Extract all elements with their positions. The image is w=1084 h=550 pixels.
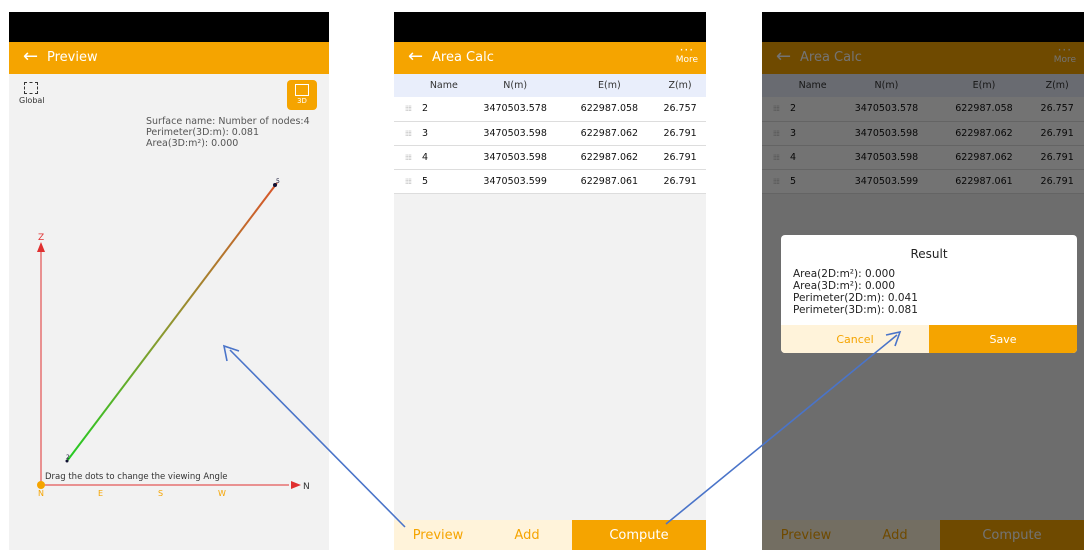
perimeter-3d-text: Perimeter(3D:m): 0.081	[793, 304, 918, 316]
cell-z: 26.757	[654, 97, 706, 122]
cell-name: 3	[422, 121, 466, 146]
page-title: Area Calc	[432, 50, 494, 65]
area-calc-screen: ← Area Calc ··· More Name N(m) E(m) Z(m)…	[394, 12, 706, 550]
cell-n: 3470503.598	[465, 121, 565, 146]
drag-handle-icon[interactable]: ⁞⁞⁞⁞	[394, 97, 422, 122]
compass-e: E	[98, 489, 103, 498]
cell-n: 3470503.598	[465, 145, 565, 170]
z-axis-label: Z	[38, 233, 44, 243]
cell-name: 4	[422, 145, 466, 170]
points-table: Name N(m) E(m) Z(m) ⁞⁞⁞⁞ 2 3470503.578 6…	[394, 74, 706, 194]
node-label-top: 5	[276, 178, 280, 185]
result-dialog: Result Area(2D:m²): 0.000 Area(3D:m²): 0…	[781, 235, 1077, 353]
cell-e: 622987.062	[564, 145, 655, 170]
grip-header	[394, 74, 422, 97]
cell-z: 26.791	[654, 121, 706, 146]
preview-button[interactable]: Preview	[394, 520, 482, 550]
table-row[interactable]: ⁞⁞⁞⁞ 2 3470503.578 622987.058 26.757	[394, 97, 706, 122]
perimeter-2d-text: Perimeter(2D:m): 0.041	[793, 292, 918, 304]
drag-handle-icon[interactable]: ⁞⁞⁞⁞	[394, 121, 422, 146]
bottom-action-bar: Preview Add Compute	[394, 520, 706, 550]
result-screen: ← Area Calc ··· More Name N(m) E(m) Z(m)…	[762, 12, 1084, 550]
n-axis-label: N	[303, 482, 310, 492]
table-row[interactable]: ⁞⁞⁞⁞ 4 3470503.598 622987.062 26.791	[394, 145, 706, 170]
cell-e: 622987.058	[564, 97, 655, 122]
cell-e: 622987.062	[564, 121, 655, 146]
node-label-bottom: 2	[66, 454, 70, 461]
add-button[interactable]: Add	[482, 520, 572, 550]
dialog-title: Result	[910, 247, 948, 261]
col-z: Z(m)	[654, 74, 706, 97]
back-arrow-icon[interactable]: ←	[408, 47, 423, 67]
cell-name: 5	[422, 169, 466, 194]
surface-line	[66, 182, 278, 462]
table-header: Name N(m) E(m) Z(m)	[394, 74, 706, 97]
cell-z: 26.791	[654, 169, 706, 194]
n-axis-arrowhead	[291, 481, 301, 489]
more-button[interactable]: ··· More	[675, 43, 698, 65]
drag-hint: Drag the dots to change the viewing Angl…	[45, 472, 228, 482]
cell-n: 3470503.578	[465, 97, 565, 122]
col-n: N(m)	[465, 74, 565, 97]
more-label: More	[675, 55, 698, 65]
origin-dot[interactable]	[37, 481, 45, 489]
more-dots-icon: ···	[679, 43, 695, 57]
table-row[interactable]: ⁞⁞⁞⁞ 3 3470503.598 622987.062 26.791	[394, 121, 706, 146]
z-axis-arrowhead	[37, 242, 45, 252]
compass-w: W	[218, 489, 226, 498]
compass-n: N	[38, 489, 44, 498]
cancel-button[interactable]: Cancel	[781, 325, 929, 353]
cell-n: 3470503.599	[465, 169, 565, 194]
area-3d-text: Area(3D:m²): 0.000	[793, 280, 896, 292]
cell-e: 622987.061	[564, 169, 655, 194]
col-e: E(m)	[564, 74, 655, 97]
save-button[interactable]: Save	[929, 325, 1077, 353]
drag-handle-icon[interactable]: ⁞⁞⁞⁞	[394, 169, 422, 194]
col-name: Name	[422, 74, 466, 97]
area-2d-text: Area(2D:m²): 0.000	[793, 268, 896, 280]
preview-canvas[interactable]: Z N N E S W 2 5	[9, 12, 329, 550]
cell-name: 2	[422, 97, 466, 122]
table-row[interactable]: ⁞⁞⁞⁞ 5 3470503.599 622987.061 26.791	[394, 169, 706, 194]
compass-s: S	[158, 489, 163, 498]
compute-button[interactable]: Compute	[572, 520, 706, 550]
preview-screen: ← Preview Global 3D Surface name: Number…	[9, 12, 329, 550]
status-bar	[394, 12, 706, 42]
drag-handle-icon[interactable]: ⁞⁞⁞⁞	[394, 145, 422, 170]
app-bar: ← Area Calc ··· More	[394, 42, 706, 74]
cell-z: 26.791	[654, 145, 706, 170]
